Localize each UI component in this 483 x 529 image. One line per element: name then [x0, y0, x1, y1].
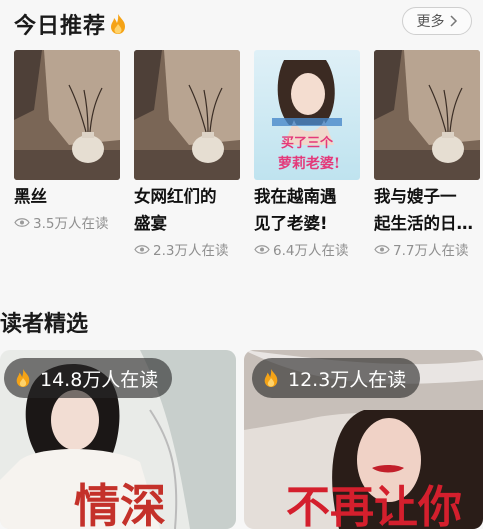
- reads-badge-2: 12.3万人在读: [252, 358, 421, 398]
- cover3-line2: 萝莉老婆!: [278, 155, 340, 172]
- book-card-1[interactable]: 黑丝 3.5万人在读: [14, 50, 120, 232]
- book-title-2[interactable]: 女网红们的 盛宴: [134, 183, 240, 237]
- book-card-2[interactable]: 女网红们的 盛宴 2.3万人在读: [134, 50, 240, 259]
- flame-icon: [264, 369, 278, 387]
- book-reads-4: 7.7万人在读: [374, 239, 480, 259]
- book-card-3[interactable]: 买了三个 萝莉老婆! 我在越南遇 见了老婆! 6.4万人在读: [254, 50, 360, 259]
- book-cover-1[interactable]: [14, 50, 120, 180]
- section-title-today: 今日推荐: [14, 14, 107, 39]
- eye-icon: [254, 244, 270, 254]
- book-title-4[interactable]: 我与嫂子一 起生活的日…: [374, 183, 480, 237]
- flame-icon: [16, 369, 30, 387]
- eye-icon: [14, 217, 30, 227]
- chevron-right-icon: [449, 15, 457, 27]
- more-button[interactable]: 更多: [402, 7, 472, 35]
- featured-cover-2-text: 不再让你: [286, 482, 462, 529]
- eye-icon: [374, 244, 390, 254]
- section-header-today: 今日推荐: [14, 8, 128, 40]
- book-card-4[interactable]: 我与嫂子一 起生活的日… 7.7万人在读: [374, 50, 480, 259]
- section-title-reader-picks: 读者精选: [0, 312, 89, 337]
- reads-count-1: 3.5万人在读: [33, 216, 109, 232]
- reads-count-2: 2.3万人在读: [153, 243, 229, 259]
- book-cover-3[interactable]: 买了三个 萝莉老婆!: [254, 50, 360, 180]
- reads-badge-2-text: 12.3万人在读: [288, 368, 407, 391]
- book-reads-2: 2.3万人在读: [134, 239, 240, 259]
- featured-cover-1-text: 情深: [74, 479, 166, 529]
- book-reads-3: 6.4万人在读: [254, 239, 360, 259]
- reads-badge-1-text: 14.8万人在读: [40, 368, 159, 391]
- reads-badge-1: 14.8万人在读: [4, 358, 173, 398]
- book-cover-4[interactable]: [374, 50, 480, 180]
- reads-count-3: 6.4万人在读: [273, 243, 349, 259]
- eye-icon: [134, 244, 150, 254]
- book-cover-2[interactable]: [134, 50, 240, 180]
- more-label: 更多: [416, 14, 445, 30]
- reads-count-4: 7.7万人在读: [393, 243, 469, 259]
- book-reads-1: 3.5万人在读: [14, 212, 120, 232]
- featured-card-1[interactable]: 情深 14.8万人在读: [0, 350, 236, 529]
- book-title-3[interactable]: 我在越南遇 见了老婆!: [254, 183, 360, 237]
- cover3-line1: 买了三个: [281, 135, 334, 151]
- book-title-1[interactable]: 黑丝: [14, 183, 120, 210]
- flame-icon: [111, 14, 126, 34]
- featured-card-2[interactable]: 不再让你 12.3万人在读: [244, 350, 483, 529]
